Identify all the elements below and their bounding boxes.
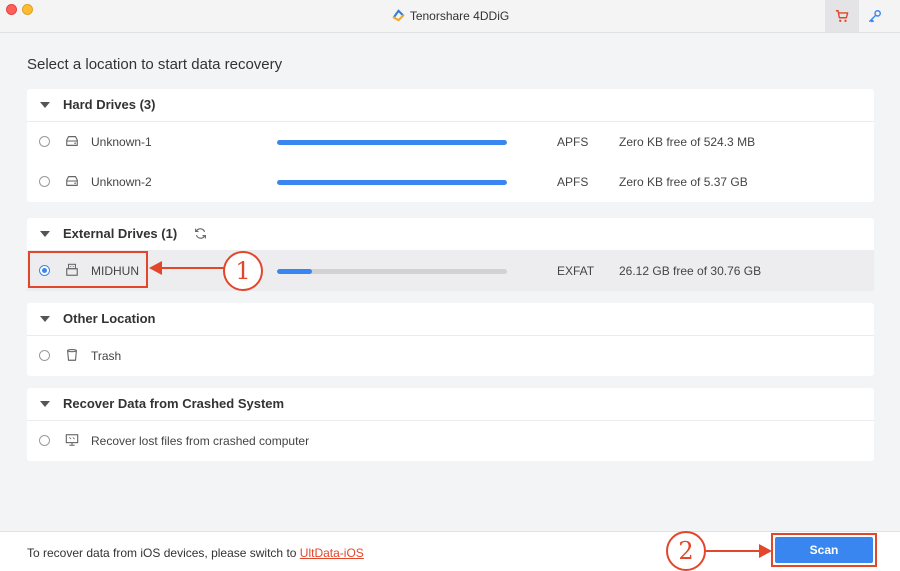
- capacity-bar: [277, 180, 507, 185]
- ultdata-ios-link[interactable]: UltData-iOS: [300, 546, 364, 560]
- refresh-icon[interactable]: [194, 227, 207, 240]
- section-title: Hard Drives (3): [63, 97, 156, 112]
- hard-drives-section: Hard Drives (3) Unknown-1 APFS Zero KB f…: [27, 89, 874, 202]
- annotation-step-1: 1: [223, 251, 263, 291]
- section-title: Other Location: [63, 311, 156, 326]
- annotation-arrow-icon: [706, 544, 772, 558]
- drive-radio[interactable]: [39, 136, 50, 147]
- drive-row-unknown-2[interactable]: Unknown-2 APFS Zero KB free of 5.37 GB: [27, 162, 874, 202]
- cart-button[interactable]: [825, 0, 859, 32]
- location-radio[interactable]: [39, 350, 50, 361]
- capacity-fill: [277, 140, 507, 145]
- hard-drive-icon: [66, 136, 78, 146]
- app-title-text: Tenorshare 4DDiG: [409, 9, 510, 23]
- collapse-caret-icon[interactable]: [40, 231, 50, 237]
- drive-row-unknown-1[interactable]: Unknown-1 APFS Zero KB free of 524.3 MB: [27, 122, 874, 162]
- capacity-bar: [277, 269, 507, 274]
- location-name: Recover lost files from crashed computer: [91, 434, 310, 448]
- monitor-icon: [65, 434, 79, 446]
- file-system: APFS: [557, 175, 589, 189]
- trash-icon: [67, 349, 77, 361]
- location-radio[interactable]: [39, 435, 50, 446]
- location-row-crashed-computer[interactable]: Recover lost files from crashed computer: [27, 421, 874, 461]
- capacity-bar: [277, 140, 507, 145]
- location-row-trash[interactable]: Trash: [27, 336, 874, 376]
- hard-drives-header[interactable]: Hard Drives (3): [27, 89, 874, 122]
- drive-name: Unknown-1: [91, 135, 152, 149]
- other-location-section: Other Location Trash: [27, 303, 874, 376]
- register-button[interactable]: [858, 0, 892, 32]
- other-location-header[interactable]: Other Location: [27, 303, 874, 336]
- hard-drive-icon: [66, 176, 78, 186]
- file-system: EXFAT: [557, 264, 595, 278]
- external-drives-section: External Drives (1) MIDHUN EXFAT 26.12 G…: [27, 218, 874, 291]
- footer-text: To recover data from iOS devices, please…: [27, 546, 300, 560]
- title-bar: Tenorshare 4DDiG: [0, 0, 900, 33]
- drive-name: Unknown-2: [91, 175, 152, 189]
- capacity-fill: [277, 269, 312, 274]
- file-system: APFS: [557, 135, 589, 149]
- collapse-caret-icon[interactable]: [40, 102, 50, 108]
- section-title: Recover Data from Crashed System: [63, 396, 285, 411]
- app-title: Tenorshare 4DDiG: [0, 8, 900, 23]
- collapse-caret-icon[interactable]: [40, 316, 50, 322]
- cart-icon: [835, 10, 849, 22]
- page-title: Select a location to start data recovery: [27, 56, 283, 73]
- annotation-highlight-box: [28, 251, 148, 288]
- free-space: Zero KB free of 524.3 MB: [619, 135, 756, 149]
- annotation-arrow-icon: [149, 261, 224, 275]
- collapse-caret-icon[interactable]: [40, 401, 50, 407]
- scan-button[interactable]: Scan: [775, 537, 873, 563]
- free-space: 26.12 GB free of 30.76 GB: [619, 264, 762, 278]
- external-drives-header[interactable]: External Drives (1): [27, 218, 874, 251]
- capacity-fill: [277, 180, 507, 185]
- location-name: Trash: [91, 349, 122, 363]
- crashed-system-header[interactable]: Recover Data from Crashed System: [27, 388, 874, 421]
- app-logo-icon: [392, 9, 405, 22]
- section-title: External Drives (1): [63, 226, 178, 241]
- key-icon: [869, 10, 881, 23]
- crashed-system-section: Recover Data from Crashed System Recover…: [27, 388, 874, 461]
- free-space: Zero KB free of 5.37 GB: [619, 175, 748, 189]
- drive-radio[interactable]: [39, 176, 50, 187]
- footer-message: To recover data from iOS devices, please…: [27, 546, 364, 560]
- annotation-step-2: 2: [666, 531, 706, 571]
